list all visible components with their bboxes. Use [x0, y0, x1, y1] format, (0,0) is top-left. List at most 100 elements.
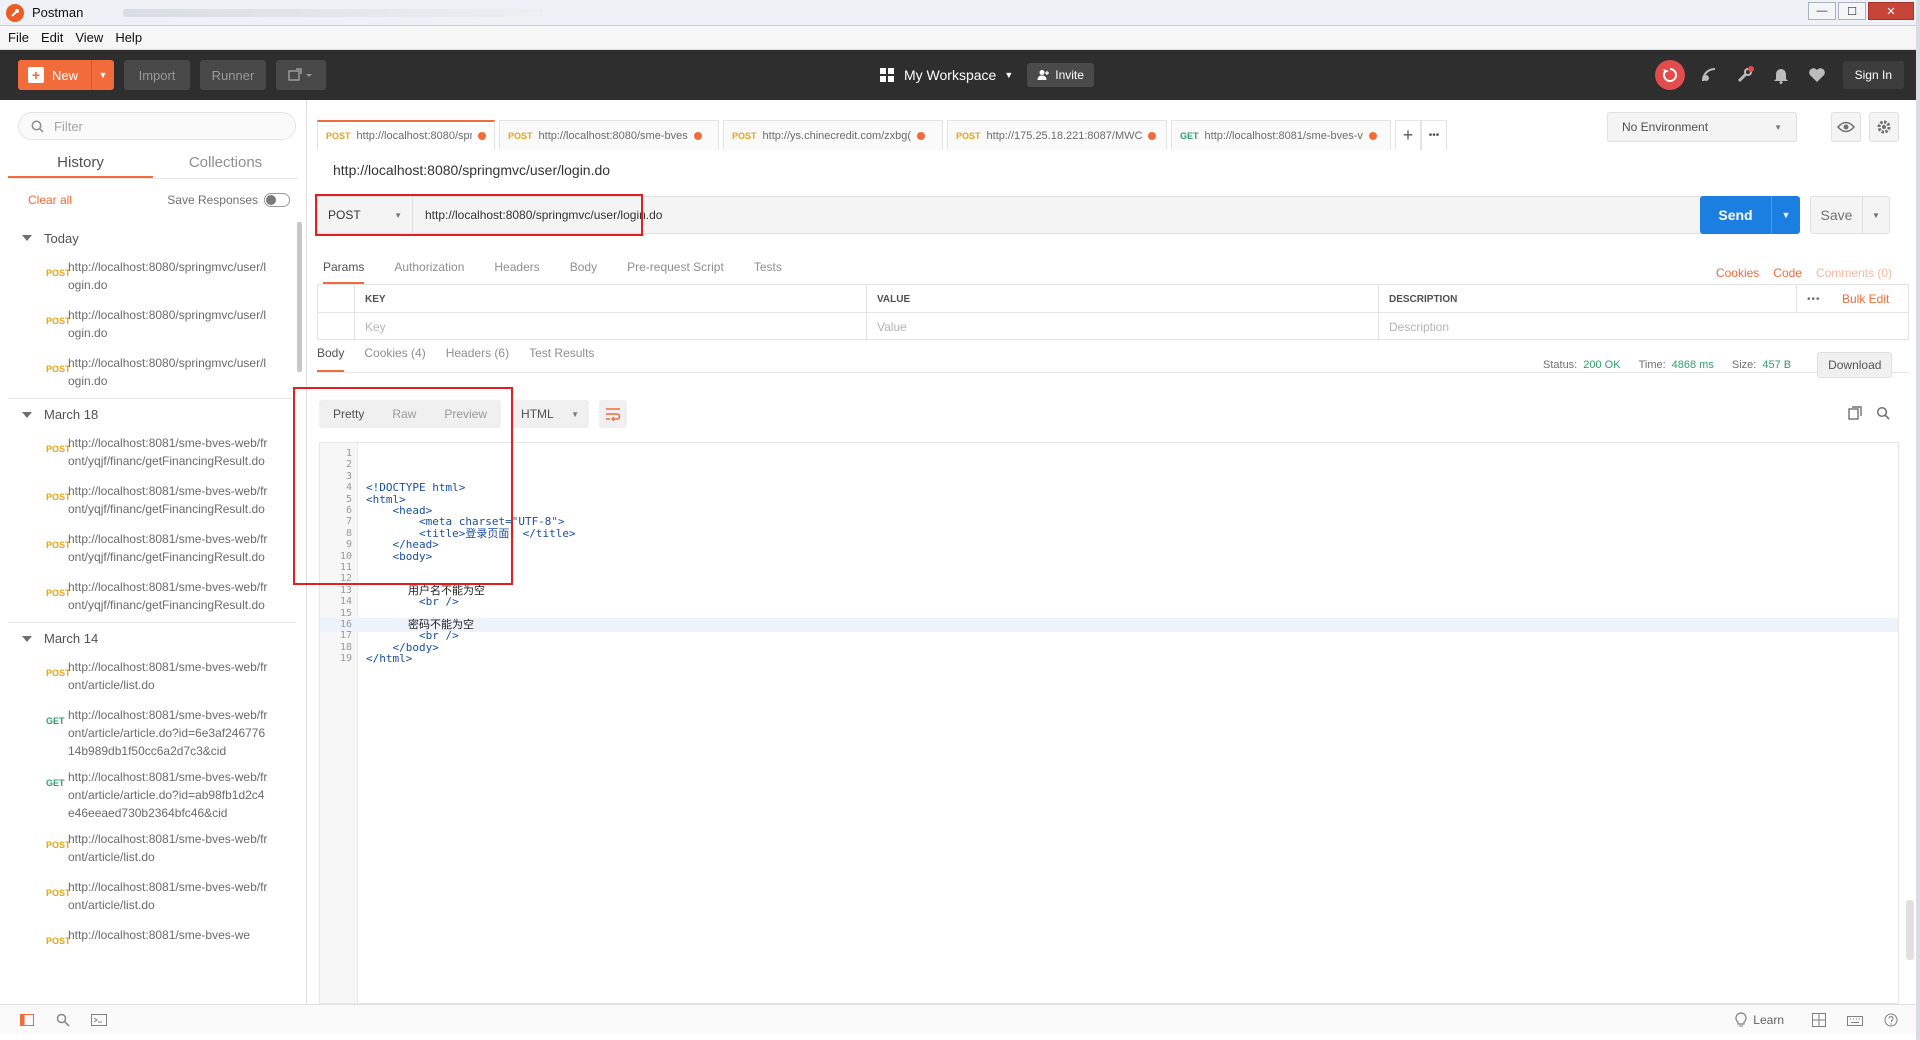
request-title[interactable]: http://localhost:8080/springmvc/user/log… [333, 162, 610, 178]
tab-history[interactable]: History [8, 148, 153, 178]
collapse-triangle-icon [22, 235, 32, 241]
new-tab-button[interactable]: + [1395, 120, 1421, 150]
history-item[interactable]: POST http://localhost:8081/sme-bves-web/… [8, 574, 295, 622]
history-item[interactable]: POST http://localhost:8081/sme-bves-we [8, 922, 295, 970]
description-input[interactable]: Description [1378, 313, 1908, 341]
history-group-today[interactable]: Today [8, 222, 295, 254]
history-item[interactable]: POST http://localhost:8081/sme-bves-web/… [8, 478, 295, 526]
comments-link[interactable]: Comments (0) [1816, 266, 1892, 280]
wrap-lines-button[interactable] [599, 400, 628, 428]
history-item[interactable]: POST http://localhost:8080/springmvc/use… [8, 302, 295, 350]
format-select[interactable]: HTML ▼ [511, 400, 590, 428]
sign-in-button[interactable]: Sign In [1842, 61, 1904, 89]
status-value[interactable]: 200 OK [1583, 359, 1620, 371]
environment-select[interactable]: No Environment ▼ [1607, 112, 1797, 142]
menu-file[interactable]: File [8, 30, 29, 45]
search-icon[interactable] [1876, 406, 1890, 420]
console-button[interactable] [90, 1011, 108, 1029]
code-line[interactable]: 19 </html> [320, 652, 1898, 666]
menu-view[interactable]: View [75, 30, 103, 45]
interceptor-button[interactable] [1699, 65, 1719, 85]
history-group-march-14[interactable]: March 14 [8, 622, 295, 654]
copy-icon[interactable] [1848, 406, 1862, 420]
cookies-link[interactable]: Cookies [1716, 266, 1759, 280]
new-dropdown-arrow-icon[interactable]: ▼ [92, 70, 114, 80]
send-dropdown-icon[interactable]: ▼ [1772, 210, 1800, 220]
tab-collections[interactable]: Collections [153, 148, 298, 178]
history-item[interactable]: GET http://localhost:8081/sme-bves-web/f… [8, 764, 295, 826]
bulk-edit-link[interactable]: Bulk Edit [1832, 285, 1908, 313]
save-responses-toggle[interactable] [264, 193, 290, 207]
clear-all-link[interactable]: Clear all [28, 193, 72, 207]
window-scroll-thumb[interactable] [1906, 900, 1914, 960]
response-tab-body[interactable]: Body [317, 346, 345, 372]
sidebar-scrollbar[interactable] [297, 222, 302, 372]
download-button[interactable]: Download [1817, 352, 1893, 378]
toggle-sidebar-button[interactable] [18, 1011, 36, 1029]
favorites-button[interactable] [1807, 65, 1827, 85]
keyboard-shortcuts-button[interactable] [1846, 1011, 1864, 1029]
code-link[interactable]: Code [1773, 266, 1802, 280]
notifications-button[interactable] [1771, 65, 1791, 85]
close-button[interactable]: ✕ [1868, 2, 1914, 20]
request-tab[interactable]: POST http://ys.chinecredit.com/zxbg( [723, 120, 943, 150]
menu-edit[interactable]: Edit [41, 30, 63, 45]
titlebar-background-text [123, 8, 544, 17]
history-item[interactable]: POST http://localhost:8081/sme-bves-web/… [8, 874, 295, 922]
history-group-march-18[interactable]: March 18 [8, 398, 295, 430]
minimize-button[interactable]: — [1808, 2, 1836, 20]
method-select[interactable]: POST ▼ [317, 196, 413, 234]
invite-button[interactable]: Invite [1027, 63, 1094, 87]
params-more-button[interactable]: ••• [1796, 285, 1832, 313]
two-pane-view-button[interactable] [1810, 1011, 1828, 1029]
value-input[interactable]: Value [866, 313, 1378, 341]
history-item[interactable]: POST http://localhost:8080/springmvc/use… [8, 350, 295, 398]
view-preview[interactable]: Preview [430, 400, 501, 428]
help-button[interactable] [1882, 1011, 1900, 1029]
menu-help[interactable]: Help [115, 30, 142, 45]
capture-requests-button[interactable] [1735, 65, 1755, 85]
size-value[interactable]: 457 B [1762, 359, 1791, 371]
key-input[interactable]: Key [354, 313, 866, 341]
request-tab[interactable]: GET http://localhost:8081/sme-bves-v [1171, 120, 1391, 150]
request-tab[interactable]: POST http://175.25.18.221:8087/MWC [947, 120, 1167, 150]
view-pretty[interactable]: Pretty [319, 400, 378, 428]
manage-environments-button[interactable] [1869, 112, 1899, 142]
history-item[interactable]: POST http://localhost:8081/sme-bves-web/… [8, 430, 295, 478]
new-button[interactable]: + New ▼ [18, 60, 114, 90]
sync-button[interactable] [1654, 60, 1685, 90]
history-item[interactable]: GET http://localhost:8081/sme-bves-web/f… [8, 702, 295, 764]
time-value[interactable]: 4868 ms [1672, 359, 1714, 371]
view-raw[interactable]: Raw [378, 400, 430, 428]
tab-pre-request-script[interactable]: Pre-request Script [627, 260, 724, 284]
tab-authorization[interactable]: Authorization [394, 260, 464, 284]
url-input[interactable]: http://localhost:8080/springmvc/user/log… [413, 196, 1705, 234]
tab-body[interactable]: Body [570, 260, 597, 284]
history-filter-input[interactable]: Filter [18, 112, 296, 140]
tab-headers[interactable]: Headers [494, 260, 539, 284]
response-tab-test-results[interactable]: Test Results [529, 346, 594, 372]
request-tab[interactable]: POST http://localhost:8080/sme-bves [499, 120, 719, 150]
new-window-button[interactable] [276, 60, 326, 90]
send-button[interactable]: Send ▼ [1700, 196, 1800, 234]
history-item[interactable]: POST http://localhost:8080/springmvc/use… [8, 254, 295, 302]
tab-tests[interactable]: Tests [754, 260, 782, 284]
history-item[interactable]: POST http://localhost:8081/sme-bves-web/… [8, 654, 295, 702]
runner-button[interactable]: Runner [200, 60, 266, 90]
save-button[interactable]: Save ▼ [1810, 196, 1890, 234]
find-button[interactable] [54, 1011, 72, 1029]
learn-link[interactable]: Learn [1753, 1013, 1784, 1027]
response-tab-headers[interactable]: Headers (6) [446, 346, 509, 372]
history-item[interactable]: POST http://localhost:8081/sme-bves-web/… [8, 826, 295, 874]
save-dropdown-icon[interactable]: ▼ [1863, 211, 1889, 220]
tab-params[interactable]: Params [323, 260, 365, 284]
history-item[interactable]: POST http://localhost:8081/sme-bves-web/… [8, 526, 295, 574]
response-tab-cookies[interactable]: Cookies (4) [364, 346, 425, 372]
tab-more-button[interactable]: ••• [1421, 120, 1447, 150]
maximize-button[interactable]: ☐ [1838, 2, 1866, 20]
request-tab[interactable]: POST http://localhost:8080/springmvc [317, 120, 495, 150]
response-code-editor[interactable]: 1 2 3 4 <!DOCTYPE html> 5 <html> 6 <head> 7 <met… [319, 442, 1899, 1004]
workspace-switcher[interactable]: My Workspace ▼ Invite [880, 50, 1094, 100]
import-button[interactable]: Import [124, 60, 190, 90]
environment-quick-look-button[interactable] [1831, 112, 1861, 142]
